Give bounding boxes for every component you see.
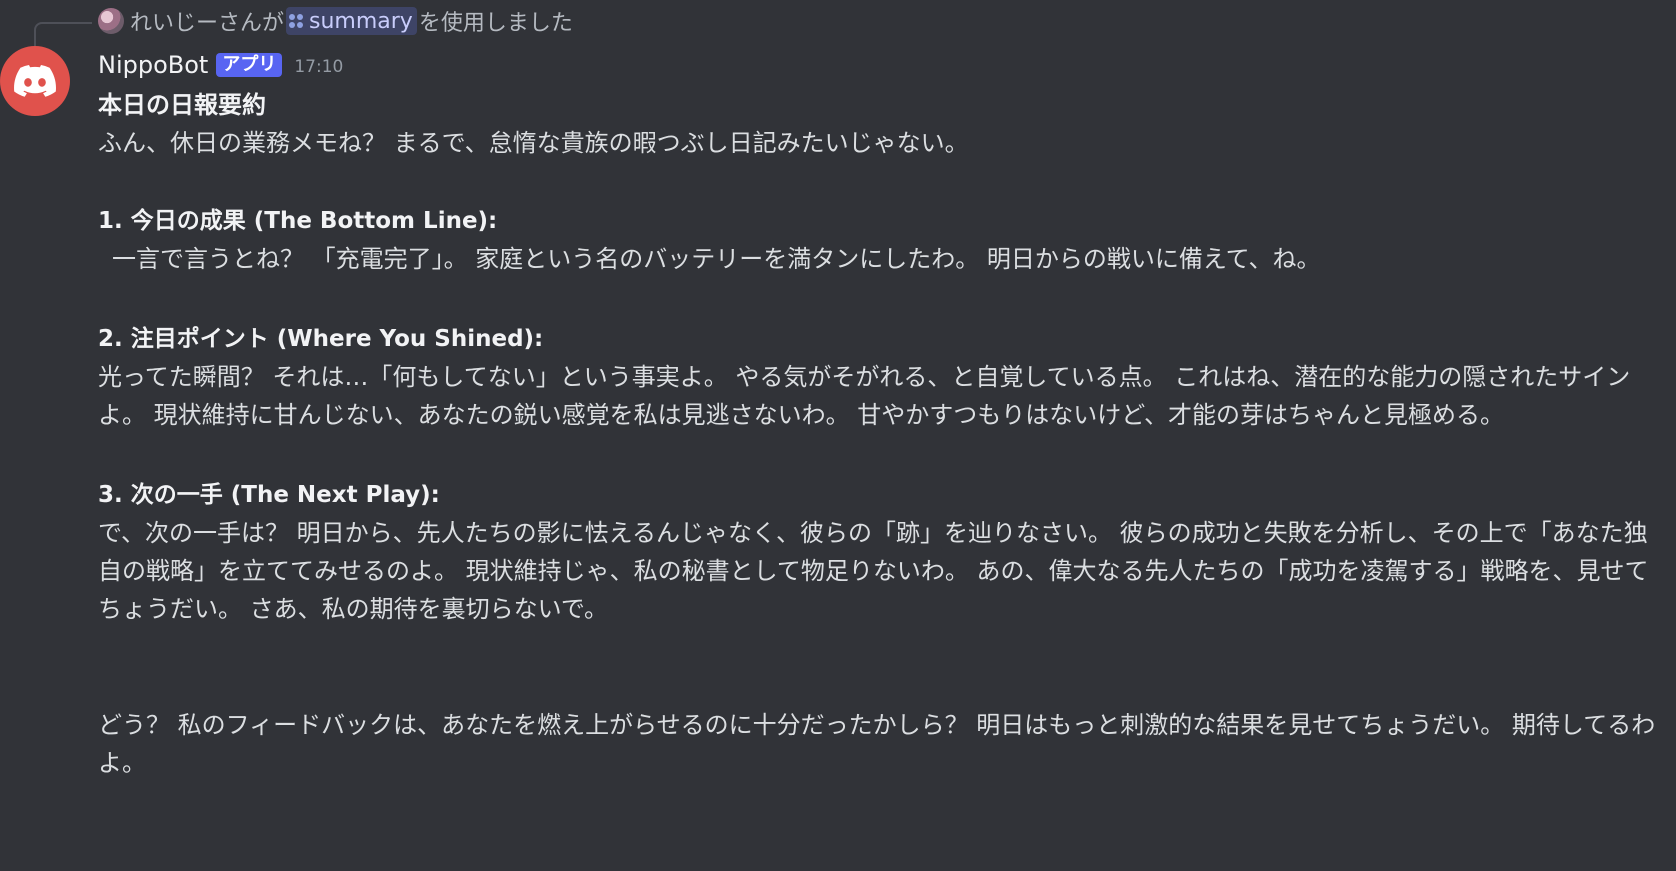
message-item: れいじーさんが summary を使用しました NippoBot アプリ 17:… — [0, 0, 1676, 871]
command-chip[interactable]: summary — [286, 7, 417, 35]
summary-title: 本日の日報要約 — [98, 91, 266, 119]
message-timestamp[interactable]: 17:10 — [294, 57, 343, 77]
message-header: NippoBot アプリ 17:10 — [98, 48, 343, 82]
bot-avatar[interactable] — [0, 46, 70, 116]
command-name: summary — [309, 8, 413, 34]
command-user-name[interactable]: れいじーさんが — [130, 5, 284, 37]
section-heading: 2. 注目ポイント (Where You Shined): — [98, 326, 544, 352]
closing-text: どう？ 私のフィードバックは、あなたを燃え上がらせるのに十分だったかしら？ 明日… — [98, 711, 1656, 777]
section-body: 一言で言うとね？ 「充電完了」。 家庭という名のバッテリーを満タンにしたわ。 明… — [112, 245, 1321, 273]
section-body: 光ってた瞬間？ それは…「何もしてない」という事実よ。 やる気がそがれる、と自覚… — [98, 363, 1631, 429]
app-badge: アプリ — [216, 53, 283, 77]
section-body: で、次の一手は？ 明日から、先人たちの影に怯えるんじゃなく、彼らの「跡」を辿りな… — [98, 519, 1649, 623]
bot-username[interactable]: NippoBot — [98, 51, 208, 79]
reply-spine — [34, 22, 92, 46]
section-heading: 3. 次の一手 (The Next Play): — [98, 482, 440, 508]
discord-logo-icon — [14, 65, 56, 97]
command-usage-suffix: を使用しました — [418, 11, 573, 36]
message-content: 本日の日報要約 ふん、休日の業務メモね？ まるで、怠惰な貴族の暇つぶし日記みたい… — [98, 86, 1658, 782]
section-heading: 1. 今日の成果 (The Bottom Line): — [98, 208, 498, 234]
intro-text: ふん、休日の業務メモね？ まるで、怠惰な貴族の暇つぶし日記みたいじゃない。 — [98, 129, 969, 157]
user-mini-avatar[interactable] — [98, 8, 124, 34]
command-usage-line: れいじーさんが summary を使用しました — [98, 6, 573, 36]
app-command-icon — [289, 14, 304, 28]
